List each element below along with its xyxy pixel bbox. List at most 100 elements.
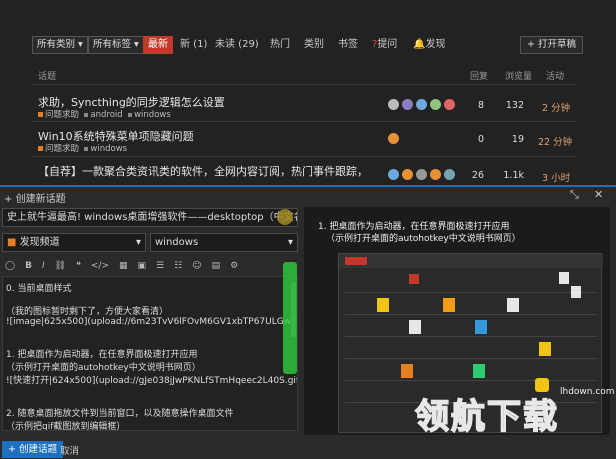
avatar[interactable] [416,169,427,180]
image-divider [345,358,597,359]
quote-icon[interactable]: ❝ [76,261,81,271]
topic-tags: 问题求助 android windows [38,108,171,120]
tag-marker [84,112,89,117]
upload-icon[interactable]: ▦ [119,261,128,271]
title-input[interactable]: 史上就牛逼最高! windows桌面增强软件——desktoptop（中文名：这… [2,208,298,227]
avatar[interactable] [388,99,399,110]
category-swatch [38,112,43,117]
gear-icon[interactable]: ⚙ [230,261,238,271]
header-replies: 回复 [470,72,489,82]
editor-line: 0. 当前桌面样式 [6,284,72,294]
chevron-down-icon: ▾ [287,237,293,248]
header-activity: 活动 [546,72,565,82]
image-icon[interactable]: ▣ [138,261,147,271]
bold-icon[interactable]: B [25,261,32,271]
avatar[interactable] [402,99,413,110]
view-count: 1.1k [503,170,524,181]
drag-marker [283,262,297,374]
tag-badge[interactable]: windows [134,110,171,120]
composer-panel: + 创建新话题 ⤡ ✕ 史上就牛逼最高! windows桌面增强软件——desk… [0,185,616,459]
desktop-icon [401,364,413,378]
category-select[interactable]: ■ 发现频道 ▾ [2,233,146,252]
cancel-button[interactable]: 取消 [60,443,79,457]
avatar[interactable] [416,99,427,110]
editor-line: 1. 把桌面作为启动器，在任意界面极速打开应用 [6,350,198,360]
tag-dropdown[interactable]: 所有标签 ▾ [88,36,144,54]
collapse-icon[interactable]: ⤡ [570,188,579,202]
editor-line: 2. 随意桌面拖放文件到当前窗口，以及随意操作桌面文件 [6,409,234,419]
composer-header: + 创建新话题 [4,194,66,205]
reply-count: 26 [471,170,484,181]
activity-time[interactable]: 2 分钟 [542,100,570,114]
tag-badge[interactable]: android [90,110,122,120]
activity-time[interactable]: 3 小时 [542,170,570,184]
tab-latest[interactable]: 最新 [143,36,173,54]
chevron-down-icon: ▾ [135,237,141,248]
italic-icon[interactable]: I [42,261,45,271]
avatar[interactable] [388,169,399,180]
avatar[interactable] [430,169,441,180]
row-divider [32,121,576,122]
editor-textarea[interactable]: 0. 当前桌面样式 （我的图标暂时剩下了，方便大家看清） ![image|625… [2,276,298,431]
category-badge[interactable]: 问题求助 [45,110,79,120]
editor-line: （示例打开桌面的autohotkey中文说明书网页） [6,363,201,373]
header-divider [32,84,576,85]
editor-line: ![快速打开|624x500](upload://gJe038jJwPKNLfS… [6,376,298,386]
chat-icon[interactable]: ◯ [5,261,15,271]
close-icon[interactable]: ✕ [594,188,603,201]
image-divider [345,380,597,381]
tab-bookmarks[interactable]: 书签 [338,36,358,54]
category-badge[interactable]: 问题求助 [45,144,79,154]
image-active-tab [409,274,419,284]
avatar[interactable] [402,169,413,180]
avatar[interactable] [388,133,399,144]
open-draft-button[interactable]: + 打开草稿 [520,36,583,54]
tag-badge[interactable]: windows [90,144,127,154]
date-icon[interactable]: ▤ [212,261,221,271]
forum-topic-list: 所有类别 ▾ 所有标签 ▾ 最新 新 (1) 未读 (29) 热门 类别 书签 … [0,0,616,185]
link-icon[interactable]: ⛓ [55,261,66,271]
numbered-list-icon[interactable]: ☷ [174,261,182,271]
code-icon[interactable]: </> [91,261,109,271]
topic-title[interactable]: 【自荐】一款聚合类资讯类的软件，全网内容订阅，热门事件跟踪，无广告简约风 [38,163,368,179]
tag-marker [84,146,89,151]
tab-discover[interactable]: 🔔发现 [413,36,445,54]
plus-icon: + [4,194,13,205]
image-divider [345,336,597,337]
editor-line: （示例把gif截图放到编辑框） [6,422,126,431]
category-swatch [38,146,43,151]
tag-select[interactable]: windows ▾ [150,233,298,252]
tab-unread[interactable]: 未读 (29) [215,36,259,54]
tab-hot[interactable]: 热门 [270,36,290,54]
watermark-site: lhdown.com [560,387,615,397]
bell-icon: 🔔 [413,39,426,50]
emoji-icon[interactable]: ☺ [192,261,201,271]
desktop-icon [409,320,421,334]
bullet-list-icon[interactable]: ☰ [156,261,164,271]
reply-count: 8 [477,100,484,111]
image-toolbar-strip [339,254,603,268]
desktop-icon [507,298,519,312]
category-dropdown[interactable]: 所有类别 ▾ [32,36,88,54]
cursor-highlight [277,209,293,225]
image-divider [345,314,597,315]
preview-text: （示例打开桌面的autohotkey中文说明书网页） [326,234,521,244]
tab-new[interactable]: 新 (1) [180,36,207,54]
desktop-icon [559,272,569,284]
activity-time[interactable]: 22 分钟 [538,134,572,148]
row-divider [32,156,576,157]
tab-ask[interactable]: ?提问 [372,36,397,54]
avatar[interactable] [444,99,455,110]
editor-line: （我的图标暂时剩下了，方便大家看清） [6,307,169,317]
desktop-icon [443,298,455,312]
create-topic-button[interactable]: + 创建话题 [2,441,63,458]
desktop-icon [539,342,551,356]
avatar[interactable] [444,169,455,180]
view-count: 132 [505,100,524,111]
avatar[interactable] [430,99,441,110]
tab-categories[interactable]: 类别 [304,36,324,54]
